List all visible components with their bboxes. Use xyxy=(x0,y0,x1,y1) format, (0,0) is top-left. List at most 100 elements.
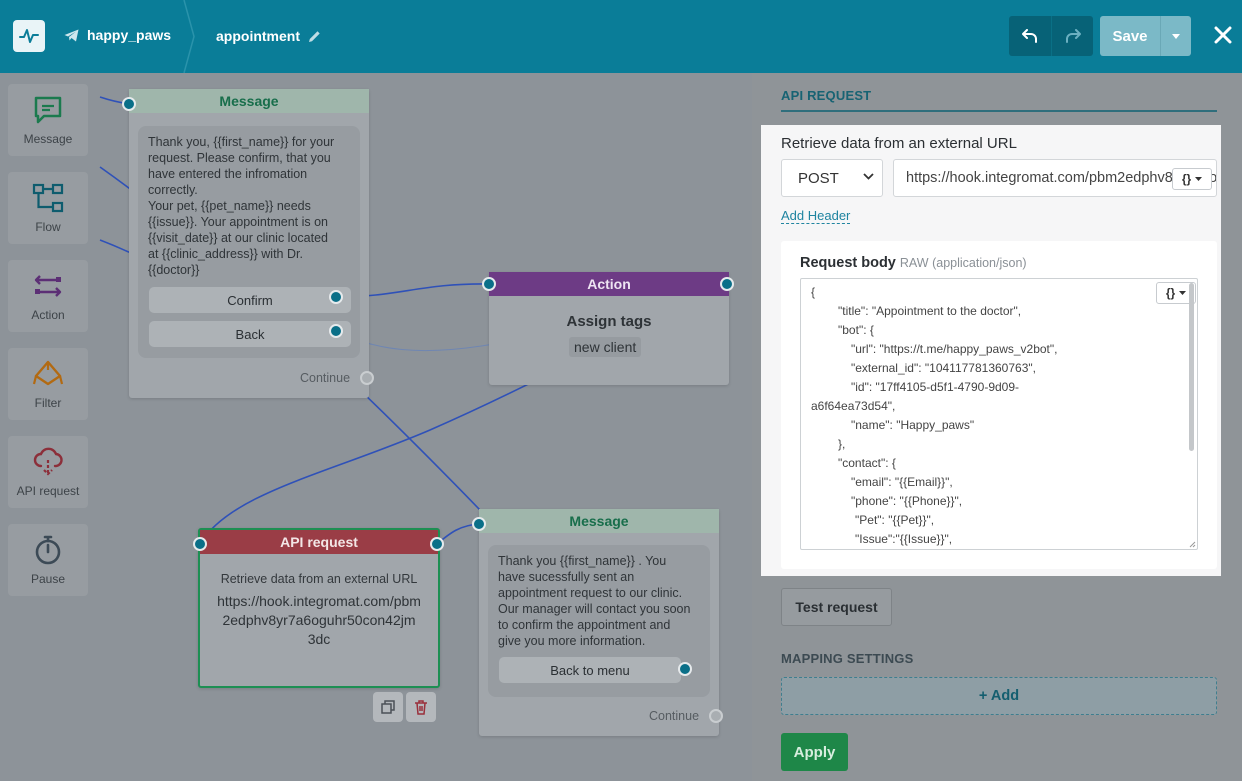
message1-input-port[interactable] xyxy=(122,97,136,111)
text-line: {{issue}}. Your appointment is on xyxy=(148,215,329,229)
pause-icon xyxy=(35,535,61,565)
flow-canvas[interactable]: Message Flow Action Filter API request P… xyxy=(0,73,752,781)
code-line: "external_id": "104117781360763", xyxy=(851,361,1036,375)
telegram-icon xyxy=(64,29,79,41)
url-line: https://hook.integromat.com/pbm xyxy=(217,593,421,609)
method-value: POST xyxy=(798,169,839,187)
section-title: Retrieve data from an external URL xyxy=(781,135,1017,152)
code-line: "url": "https://t.me/happy_paws_v2bot", xyxy=(851,342,1058,356)
home-button[interactable] xyxy=(13,20,45,52)
pencil-icon[interactable] xyxy=(308,30,321,43)
body-label-text: Request body xyxy=(800,255,896,271)
continue-port[interactable] xyxy=(360,371,374,385)
panel-heading: API REQUEST xyxy=(781,88,872,103)
text-line: correctly. xyxy=(148,183,198,197)
code-line: "Issue":"{{Issue}}", xyxy=(855,532,953,546)
apply-button[interactable]: Apply xyxy=(781,733,848,771)
api-url: https://hook.integromat.com/pbm 2edphv8y… xyxy=(200,592,438,649)
message2-input-port[interactable] xyxy=(472,517,486,531)
breadcrumb-bot[interactable]: happy_paws xyxy=(64,27,171,43)
breadcrumb-flow[interactable]: appointment xyxy=(216,28,321,44)
palette-label: Pause xyxy=(30,572,66,586)
api-input-port[interactable] xyxy=(193,537,207,551)
text-line: to confirm the appointment and xyxy=(498,618,671,632)
palette-action[interactable]: Action xyxy=(8,260,88,332)
top-bar: happy_paws appointment Save xyxy=(0,0,1242,73)
caret-down-icon xyxy=(1195,177,1203,181)
scrollbar-thumb[interactable] xyxy=(1189,283,1194,451)
text-line: have entered the infromation xyxy=(148,167,308,181)
breadcrumb-separator xyxy=(183,0,195,73)
url-line: 2edphv8yr7a6oguhr50con42jm xyxy=(222,612,416,628)
continue-label: Continue xyxy=(649,709,700,723)
request-body-editor[interactable]: {} { "title": "Appointment to the doctor"… xyxy=(800,278,1198,550)
braces-icon: {} xyxy=(1181,172,1192,186)
request-section: Retrieve data from an external URL POST … xyxy=(761,125,1221,576)
palette-label: Action xyxy=(31,308,65,322)
flow-icon xyxy=(32,183,64,213)
flow-editor: happy_paws appointment Save Message Flow… xyxy=(0,0,1242,781)
message-text: Thank you {{first_name}} . You have suce… xyxy=(498,553,690,649)
delete-node-button[interactable] xyxy=(406,692,436,722)
palette-message[interactable]: Message xyxy=(8,84,88,156)
copy-icon xyxy=(381,700,395,714)
message-bubble: Thank you, {{first_name}} for your reque… xyxy=(138,126,360,358)
url-input[interactable]: https://hook.integromat.com/pbm2edphv8yr… xyxy=(893,159,1217,197)
request-body-label: Request body RAW (application/json) xyxy=(800,255,1027,271)
message-icon xyxy=(34,96,62,124)
code-line: { xyxy=(811,285,816,299)
bot-name: happy_paws xyxy=(87,27,172,43)
properties-panel: API REQUEST Retrieve data from an extern… xyxy=(752,73,1242,781)
message-node-2[interactable]: Message Thank you {{first_name}} . You h… xyxy=(479,509,723,736)
back-output-port[interactable] xyxy=(329,324,343,338)
code-line: "name": "Happy_paws" xyxy=(851,418,975,432)
add-mapping-button[interactable]: + Add xyxy=(781,677,1217,715)
redo-button[interactable] xyxy=(1051,16,1093,56)
heading-divider xyxy=(781,110,1217,112)
api-output-port[interactable] xyxy=(430,537,444,551)
code-line: a6f64ea73d54", xyxy=(811,399,896,413)
continue-port[interactable] xyxy=(709,709,723,723)
caret-down-icon xyxy=(1172,33,1180,39)
palette-pause[interactable]: Pause xyxy=(8,524,88,596)
action-node[interactable]: Action Assign tags new client xyxy=(489,272,729,385)
filter-icon xyxy=(32,360,64,386)
api-request-node[interactable]: API request Retrieve data from an extern… xyxy=(198,528,440,688)
caret-down-icon xyxy=(1179,291,1187,295)
braces-icon: {} xyxy=(1165,286,1176,300)
save-controls: Save xyxy=(1100,16,1191,56)
method-select[interactable]: POST xyxy=(781,159,883,197)
palette-api-request[interactable]: API request xyxy=(8,436,88,508)
message-text: Thank you, {{first_name}} for your reque… xyxy=(148,134,334,278)
palette-flow[interactable]: Flow xyxy=(8,172,88,244)
save-options-button[interactable] xyxy=(1160,16,1191,56)
request-body-card: Request body RAW (application/json) {} {… xyxy=(781,241,1217,569)
chevron-down-icon xyxy=(863,173,874,180)
test-request-button[interactable]: Test request xyxy=(781,588,892,626)
text-line: Thank you {{first_name}} . You xyxy=(498,554,667,568)
confirm-button[interactable]: Confirm xyxy=(149,287,351,313)
back-to-menu-output-port[interactable] xyxy=(678,662,692,676)
text-line: {{visit_date}} at our clinic located xyxy=(148,231,328,245)
message-node-1[interactable]: Message Thank you, {{first_name}} for yo… xyxy=(129,89,374,398)
back-button[interactable]: Back xyxy=(149,321,351,347)
palette-filter[interactable]: Filter xyxy=(8,348,88,420)
action-input-port[interactable] xyxy=(482,277,496,291)
undo-icon xyxy=(1022,29,1037,43)
node-header: Action xyxy=(489,272,729,296)
action-output-port[interactable] xyxy=(720,277,734,291)
trash-icon xyxy=(415,699,427,715)
back-to-menu-button[interactable]: Back to menu xyxy=(499,657,681,683)
confirm-output-port[interactable] xyxy=(329,290,343,304)
code-line: }, xyxy=(838,437,846,451)
code-line: "title": "Appointment to the doctor", xyxy=(838,304,1022,318)
code-line: "email": "{{Email}}", xyxy=(851,475,953,489)
undo-button[interactable] xyxy=(1009,16,1051,56)
save-button[interactable]: Save xyxy=(1100,16,1160,56)
insert-variable-button[interactable]: {} xyxy=(1172,168,1212,190)
close-button[interactable] xyxy=(1210,22,1236,48)
text-line: Our manager will contact you soon xyxy=(498,602,691,616)
add-header-link[interactable]: Add Header xyxy=(781,208,851,224)
resize-grip-icon[interactable] xyxy=(1188,540,1196,548)
duplicate-node-button[interactable] xyxy=(373,692,403,722)
